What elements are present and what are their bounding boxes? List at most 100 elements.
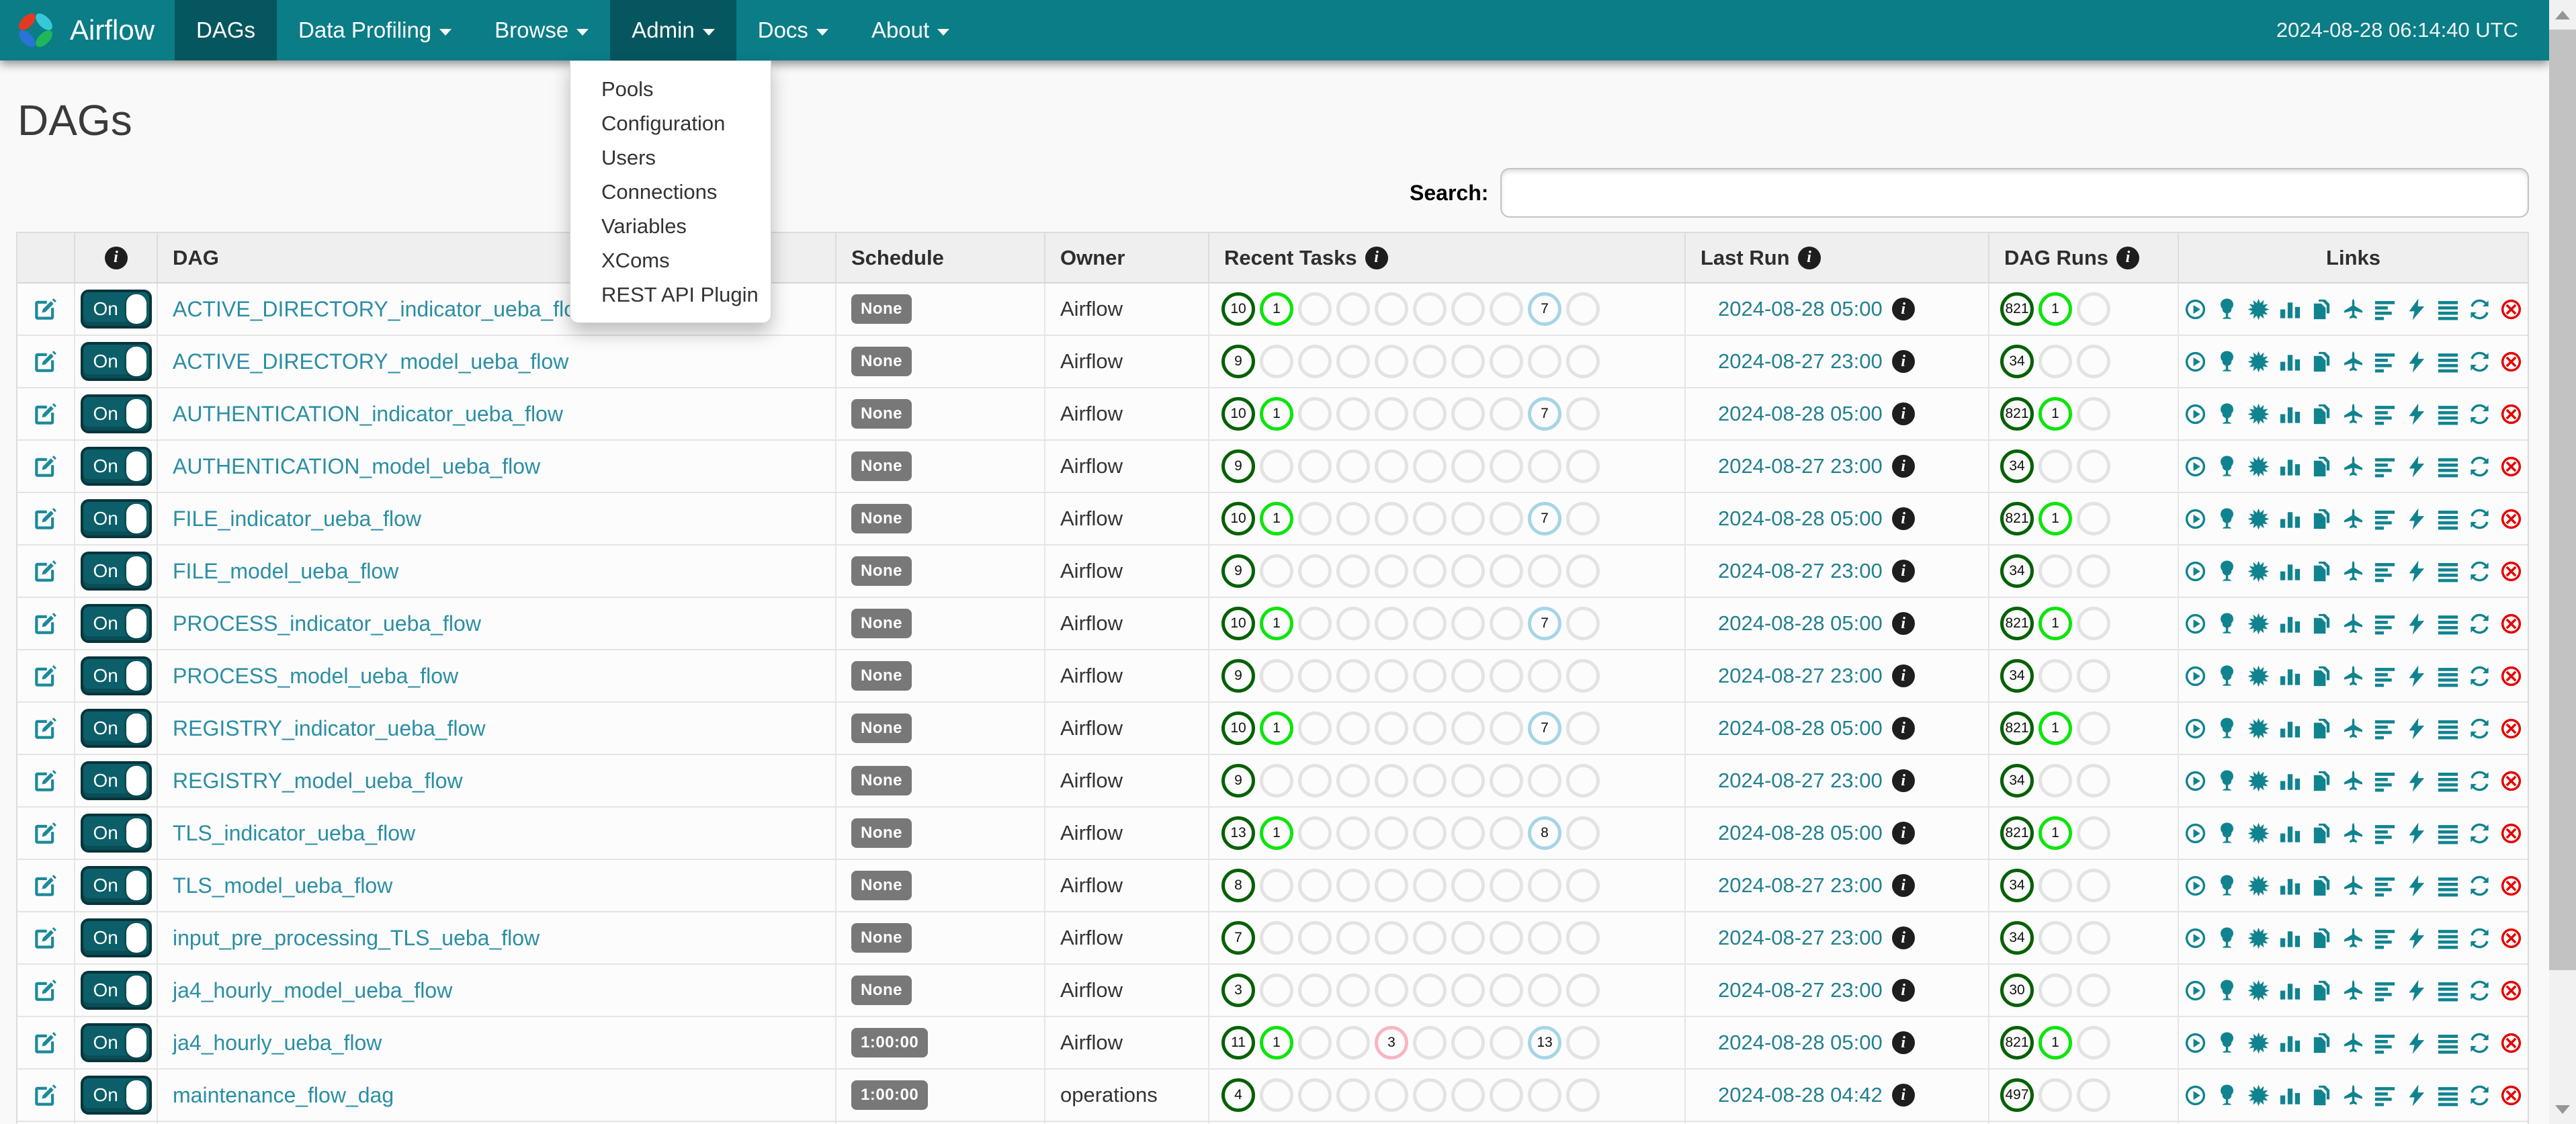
- trigger-dag-icon[interactable]: [2184, 612, 2207, 636]
- refresh-icon[interactable]: [2468, 769, 2491, 793]
- task-state-circle-success[interactable]: 10: [1221, 502, 1255, 535]
- gantt-icon[interactable]: [2373, 350, 2397, 374]
- task-state-circle-empty[interactable]: [1490, 345, 1523, 378]
- dag-run-circle-success[interactable]: 821: [2000, 502, 2034, 535]
- tree-view-icon[interactable]: [2215, 507, 2239, 531]
- dag-run-circle-empty[interactable]: [2038, 869, 2072, 902]
- task-state-circle-empty[interactable]: [1375, 1078, 1408, 1112]
- task-duration-icon[interactable]: [2278, 350, 2302, 374]
- task-state-circle-none[interactable]: 7: [1528, 502, 1561, 535]
- landing-times-icon[interactable]: [2342, 298, 2365, 321]
- task-state-circle-empty[interactable]: [1375, 869, 1408, 902]
- dag-on-off-toggle[interactable]: On: [81, 290, 152, 329]
- task-state-circle-empty[interactable]: [1490, 607, 1523, 640]
- landing-times-icon[interactable]: [2342, 1084, 2365, 1107]
- dag-run-circle-empty[interactable]: [2077, 711, 2110, 745]
- task-state-circle-empty[interactable]: [1336, 711, 1370, 745]
- dag-on-off-toggle[interactable]: On: [81, 447, 152, 486]
- info-icon[interactable]: i: [1892, 298, 1915, 320]
- delete-icon[interactable]: [2499, 455, 2523, 478]
- task-state-circle-empty[interactable]: [1490, 921, 1523, 955]
- code-icon[interactable]: [2405, 1031, 2428, 1055]
- info-icon[interactable]: i: [1892, 926, 1915, 949]
- details-icon[interactable]: [2436, 298, 2460, 321]
- task-state-circle-empty[interactable]: [1413, 1026, 1447, 1060]
- dag-run-circle-success[interactable]: 821: [2000, 292, 2034, 326]
- task-state-circle-success[interactable]: 9: [1221, 449, 1255, 483]
- dag-on-off-toggle[interactable]: On: [81, 394, 152, 433]
- gantt-icon[interactable]: [2373, 664, 2397, 688]
- task-state-circle-empty[interactable]: [1413, 292, 1447, 326]
- info-icon[interactable]: i: [1892, 350, 1915, 373]
- admin-menu-item-rest-api-plugin[interactable]: REST API Plugin: [570, 277, 771, 312]
- task-state-circle-empty[interactable]: [1413, 1078, 1447, 1112]
- task-state-circle-empty[interactable]: [1490, 711, 1523, 745]
- tree-view-icon[interactable]: [2215, 717, 2239, 740]
- task-state-circle-empty[interactable]: [1451, 764, 1485, 797]
- dag-name-link[interactable]: FILE_model_ueba_flow: [173, 559, 398, 584]
- last-run-link[interactable]: 2024-08-27 23:00: [1718, 664, 1883, 688]
- task-duration-icon[interactable]: [2278, 822, 2302, 845]
- code-icon[interactable]: [2405, 455, 2428, 478]
- delete-icon[interactable]: [2499, 350, 2523, 374]
- dag-run-circle-success[interactable]: 497: [2000, 1078, 2034, 1112]
- task-state-circle-empty[interactable]: [1260, 764, 1293, 797]
- gantt-icon[interactable]: [2373, 560, 2397, 583]
- nav-item-admin[interactable]: Admin: [610, 0, 736, 60]
- task-state-circle-running[interactable]: 1: [1260, 292, 1293, 326]
- search-input[interactable]: [1500, 168, 2529, 218]
- graph-view-icon[interactable]: [2247, 298, 2270, 321]
- task-duration-icon[interactable]: [2278, 1084, 2302, 1107]
- dag-run-circle-empty[interactable]: [2077, 397, 2110, 431]
- task-tries-icon[interactable]: [2310, 350, 2333, 374]
- graph-view-icon[interactable]: [2247, 664, 2270, 688]
- gantt-icon[interactable]: [2373, 769, 2397, 793]
- task-state-circle-empty[interactable]: [1490, 816, 1523, 850]
- task-duration-icon[interactable]: [2278, 298, 2302, 321]
- task-duration-icon[interactable]: [2278, 402, 2302, 426]
- task-state-circle-empty[interactable]: [1451, 1026, 1485, 1060]
- dag-run-circle-success[interactable]: 821: [2000, 607, 2034, 640]
- task-state-circle-empty[interactable]: [1451, 711, 1485, 745]
- dag-run-circle-empty[interactable]: [2038, 921, 2072, 955]
- dag-run-circle-success[interactable]: 821: [2000, 397, 2034, 431]
- task-state-circle-empty[interactable]: [1375, 659, 1408, 693]
- dag-run-circle-empty[interactable]: [2077, 869, 2110, 902]
- info-icon[interactable]: i: [1892, 664, 1915, 687]
- trigger-dag-icon[interactable]: [2184, 926, 2207, 950]
- dag-on-off-toggle[interactable]: On: [81, 342, 152, 381]
- task-state-circle-empty[interactable]: [1375, 711, 1408, 745]
- details-icon[interactable]: [2436, 507, 2460, 531]
- task-state-circle-empty[interactable]: [1260, 659, 1293, 693]
- info-icon[interactable]: i: [1892, 1084, 1915, 1107]
- delete-icon[interactable]: [2499, 612, 2523, 636]
- refresh-icon[interactable]: [2468, 507, 2491, 531]
- graph-view-icon[interactable]: [2247, 560, 2270, 583]
- graph-view-icon[interactable]: [2247, 455, 2270, 478]
- task-state-circle-empty[interactable]: [1490, 1026, 1523, 1060]
- task-state-circle-empty[interactable]: [1413, 869, 1447, 902]
- graph-view-icon[interactable]: [2247, 1031, 2270, 1055]
- dag-run-circle-empty[interactable]: [2077, 974, 2110, 1007]
- task-state-circle-running[interactable]: 1: [1260, 1026, 1293, 1060]
- dag-run-circle-empty[interactable]: [2077, 292, 2110, 326]
- dag-on-off-toggle[interactable]: On: [81, 918, 152, 957]
- delete-icon[interactable]: [2499, 1084, 2523, 1107]
- task-state-circle-empty[interactable]: [1451, 607, 1485, 640]
- dag-run-circle-empty[interactable]: [2077, 1026, 2110, 1060]
- dag-run-circle-running[interactable]: 1: [2038, 816, 2072, 850]
- landing-times-icon[interactable]: [2342, 769, 2365, 793]
- details-icon[interactable]: [2436, 874, 2460, 898]
- tree-view-icon[interactable]: [2215, 874, 2239, 898]
- dag-on-off-toggle[interactable]: On: [81, 1076, 152, 1115]
- task-state-circle-empty[interactable]: [1528, 659, 1561, 693]
- delete-icon[interactable]: [2499, 1031, 2523, 1055]
- details-icon[interactable]: [2436, 560, 2460, 583]
- gantt-icon[interactable]: [2373, 1031, 2397, 1055]
- dag-on-off-toggle[interactable]: On: [81, 761, 152, 800]
- task-state-circle-empty[interactable]: [1566, 397, 1600, 431]
- tree-view-icon[interactable]: [2215, 612, 2239, 636]
- dag-on-off-toggle[interactable]: On: [81, 814, 152, 853]
- refresh-icon[interactable]: [2468, 1031, 2491, 1055]
- gantt-icon[interactable]: [2373, 926, 2397, 950]
